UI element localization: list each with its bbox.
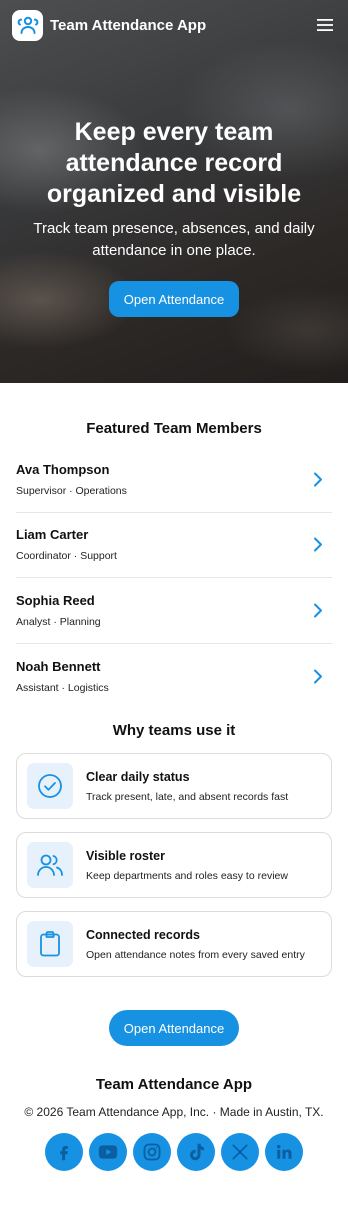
feature-card: Connected records Open attendance notes … <box>16 911 332 977</box>
card-title: Clear daily status <box>86 769 190 784</box>
linkedin-icon[interactable] <box>265 1133 303 1171</box>
x-icon[interactable] <box>221 1133 259 1171</box>
member-name: Ava Thompson <box>16 461 110 477</box>
section-title: Why teams use it <box>112 722 236 739</box>
feature-card: Visible roster Keep departments and role… <box>16 832 332 898</box>
top-bar: Team Attendance App <box>12 9 336 41</box>
social-links <box>0 1133 348 1171</box>
member-role: Assistant · Logistics <box>16 681 109 694</box>
facebook-icon[interactable] <box>45 1133 83 1171</box>
member-item[interactable]: Liam Carter Coordinator · Support <box>16 513 332 578</box>
footer-brand: Team Attendance App <box>95 1076 253 1093</box>
member-item[interactable]: Ava Thompson Supervisor · Operations <box>16 447 332 513</box>
member-list: Ava Thompson Supervisor · Operations Lia… <box>16 447 332 709</box>
hamburger-icon[interactable] <box>314 14 336 36</box>
member-item[interactable]: Noah Bennett Assistant · Logistics <box>16 644 332 710</box>
card-title: Visible roster <box>86 848 165 863</box>
check-circle-icon <box>27 763 73 809</box>
feature-cards: Clear daily status Track present, late, … <box>16 753 332 977</box>
member-name: Liam Carter <box>16 527 89 543</box>
open-attendance-button[interactable]: Open Attendance <box>109 281 239 317</box>
clipboard-icon <box>27 921 73 967</box>
chevron-right-icon[interactable] <box>308 600 328 620</box>
users-icon <box>12 9 43 41</box>
card-title: Connected records <box>86 927 200 942</box>
card-desc: Track present, late, and absent records … <box>86 790 289 803</box>
chevron-right-icon[interactable] <box>308 666 328 686</box>
tiktok-icon[interactable] <box>177 1133 215 1171</box>
open-attendance-button-bottom[interactable]: Open Attendance <box>109 1010 239 1046</box>
featured-members-section: Featured Team Members Ava Thompson Super… <box>0 383 348 709</box>
why-section: Why teams use it Clear daily status Trac… <box>0 722 348 990</box>
hero-subtitle: Track team presence, absences, and daily… <box>33 220 315 259</box>
card-desc: Open attendance notes from every saved e… <box>86 948 305 961</box>
member-name: Sophia Reed <box>16 592 95 608</box>
footer: Team Attendance App © 2026 Team Attendan… <box>0 1076 348 1171</box>
instagram-icon[interactable] <box>133 1133 171 1171</box>
member-role: Coordinator · Support <box>16 550 117 563</box>
card-desc: Keep departments and roles easy to revie… <box>86 869 288 882</box>
chevron-right-icon[interactable] <box>308 535 328 555</box>
member-item[interactable]: Sophia Reed Analyst · Planning <box>16 578 332 644</box>
hero-title: Keep every team attendance record organi… <box>46 118 302 208</box>
users-icon <box>27 842 73 888</box>
member-name: Noah Bennett <box>16 658 101 674</box>
hero-section: Team Attendance App Keep every team atte… <box>0 0 348 383</box>
chevron-right-icon[interactable] <box>308 469 328 489</box>
member-role: Supervisor · Operations <box>16 484 127 497</box>
copyright-text: © 2026 Team Attendance App, Inc. · Made … <box>24 1105 324 1119</box>
section-title: Featured Team Members <box>86 420 262 437</box>
member-role: Analyst · Planning <box>16 615 101 628</box>
brand[interactable]: Team Attendance App <box>12 9 207 41</box>
feature-card: Clear daily status Track present, late, … <box>16 753 332 819</box>
youtube-icon[interactable] <box>89 1133 127 1171</box>
app-name: Team Attendance App <box>50 16 207 34</box>
